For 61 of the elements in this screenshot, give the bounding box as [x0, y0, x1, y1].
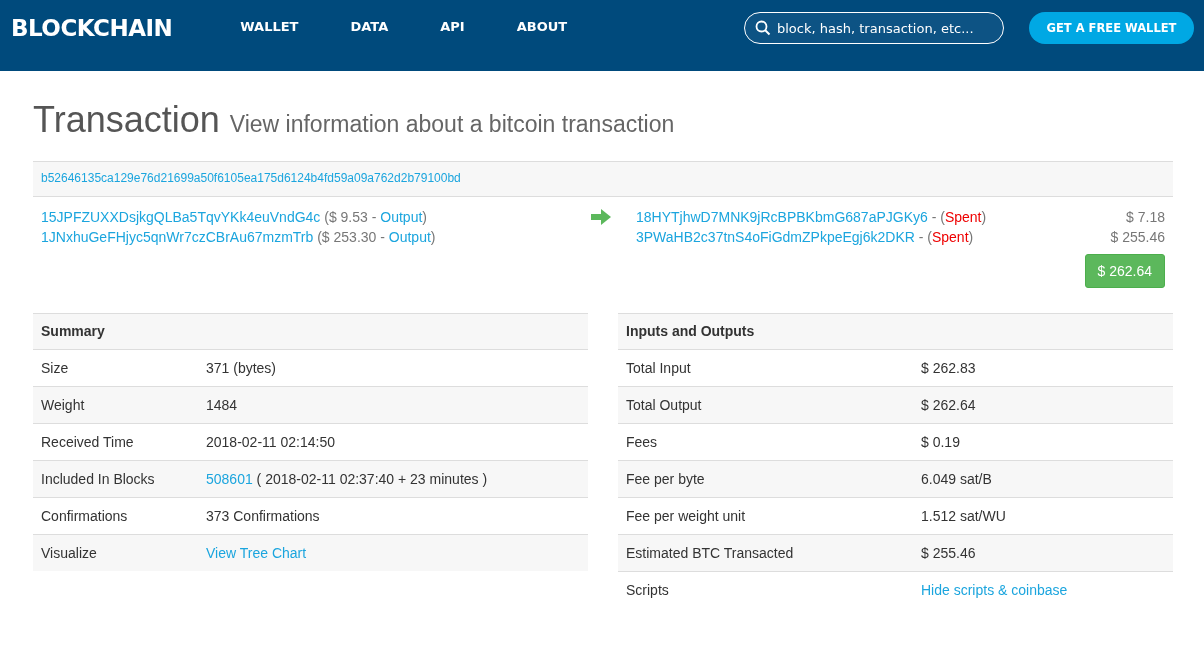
row-label: Scripts	[626, 581, 670, 600]
row-value: $ 0.19	[921, 434, 960, 450]
nav-link[interactable]: ABOUT	[490, 19, 594, 34]
separator: - (	[931, 208, 945, 227]
closing-paren: )	[430, 228, 436, 247]
row-label: Received Time	[41, 433, 135, 452]
separator: - (	[918, 228, 932, 247]
row-value: $ 262.83	[921, 360, 976, 376]
row-label: Total Input	[626, 359, 692, 378]
address-link[interactable]: 3PWaHB2c37tnS4oFiGdmZPkpeEgj6k2DKR	[636, 227, 915, 247]
address-link[interactable]: 1JNxhuGeFHjyc5qnWr7czCBrAu67mzmTrb	[41, 227, 314, 247]
row-value: $ 255.46	[921, 545, 976, 561]
row-label: Weight	[41, 396, 86, 415]
row-value: $ 262.64	[921, 397, 976, 413]
table-header: Inputs and Outputs	[618, 313, 1173, 350]
table-header: Summary	[33, 313, 588, 350]
nav-link[interactable]: API	[414, 19, 491, 34]
search-input[interactable]: block, hash, transaction, etc...	[777, 20, 987, 36]
address-link[interactable]: 18HYTjhwD7MNK9jRcBPBKbmG687aPJGKy6	[636, 207, 928, 227]
output-amount: $ 255.46	[1110, 228, 1165, 247]
row-value: 1.512 sat/WU	[921, 508, 1006, 524]
row-link[interactable]: View Tree Chart	[206, 545, 307, 561]
page-title: Transaction	[33, 99, 220, 141]
row-label: Fee per weight unit	[626, 507, 747, 526]
closing-paren: )	[981, 208, 987, 227]
page-subtitle: View information about a bitcoin transaction	[229, 111, 675, 138]
search-icon	[755, 20, 771, 36]
input-amount: ($ 253.30 -	[317, 228, 386, 247]
spent-status: Spent	[944, 208, 982, 227]
total-amount-button[interactable]: $ 262.64	[1084, 254, 1165, 288]
transaction-hash-link[interactable]: b52646135ca129e76d21699a50f6105ea175d6124b4fd59a09a762d2b79100bd	[41, 171, 461, 185]
row-label: Visualize	[41, 544, 98, 563]
arrow-right-icon	[591, 209, 611, 225]
blockchain-logo[interactable]: BLOCKCHAIN	[11, 15, 173, 41]
row-label: Fees	[626, 433, 659, 452]
row-label: Size	[41, 359, 70, 378]
row-value: 373 Confirmations	[206, 508, 320, 524]
search-field[interactable]: block, hash, transaction, etc...	[744, 12, 1004, 44]
row-label: Included In Blocks	[41, 470, 156, 489]
row-label: Estimated BTC Transacted	[626, 544, 795, 563]
row-value: 371 (bytes)	[206, 360, 277, 376]
output-link[interactable]: Output	[388, 227, 431, 247]
output-link[interactable]: Output	[380, 207, 423, 227]
get-wallet-button[interactable]: GET A FREE WALLET	[1029, 12, 1194, 44]
closing-paren: )	[422, 208, 427, 227]
spent-status: Spent	[931, 228, 969, 247]
closing-paren: )	[968, 228, 974, 247]
nav-link[interactable]: WALLET	[202, 19, 325, 34]
row-value: 2018-02-11 02:14:50	[206, 434, 335, 450]
input-amount: ($ 9.53 -	[324, 208, 378, 227]
row-label: Confirmations	[41, 507, 129, 526]
row-value: 1484	[206, 397, 238, 413]
row-label: Total Output	[626, 396, 703, 415]
row-value: ( 2018-02-11 02:37:40 + 23 minutes )	[256, 471, 488, 487]
nav-link[interactable]: DATA	[324, 19, 415, 34]
row-link[interactable]: Hide scripts & coinbase	[921, 582, 1068, 598]
row-value: 6.049 sat/B	[921, 471, 992, 487]
row-link[interactable]: 508601	[206, 471, 253, 487]
output-amount: $ 7.18	[1126, 208, 1165, 227]
address-link[interactable]: 15JPFZUXXDsjkgQLBa5TqvYKk4euVndG4c	[41, 207, 321, 227]
row-label: Fee per byte	[626, 470, 706, 489]
